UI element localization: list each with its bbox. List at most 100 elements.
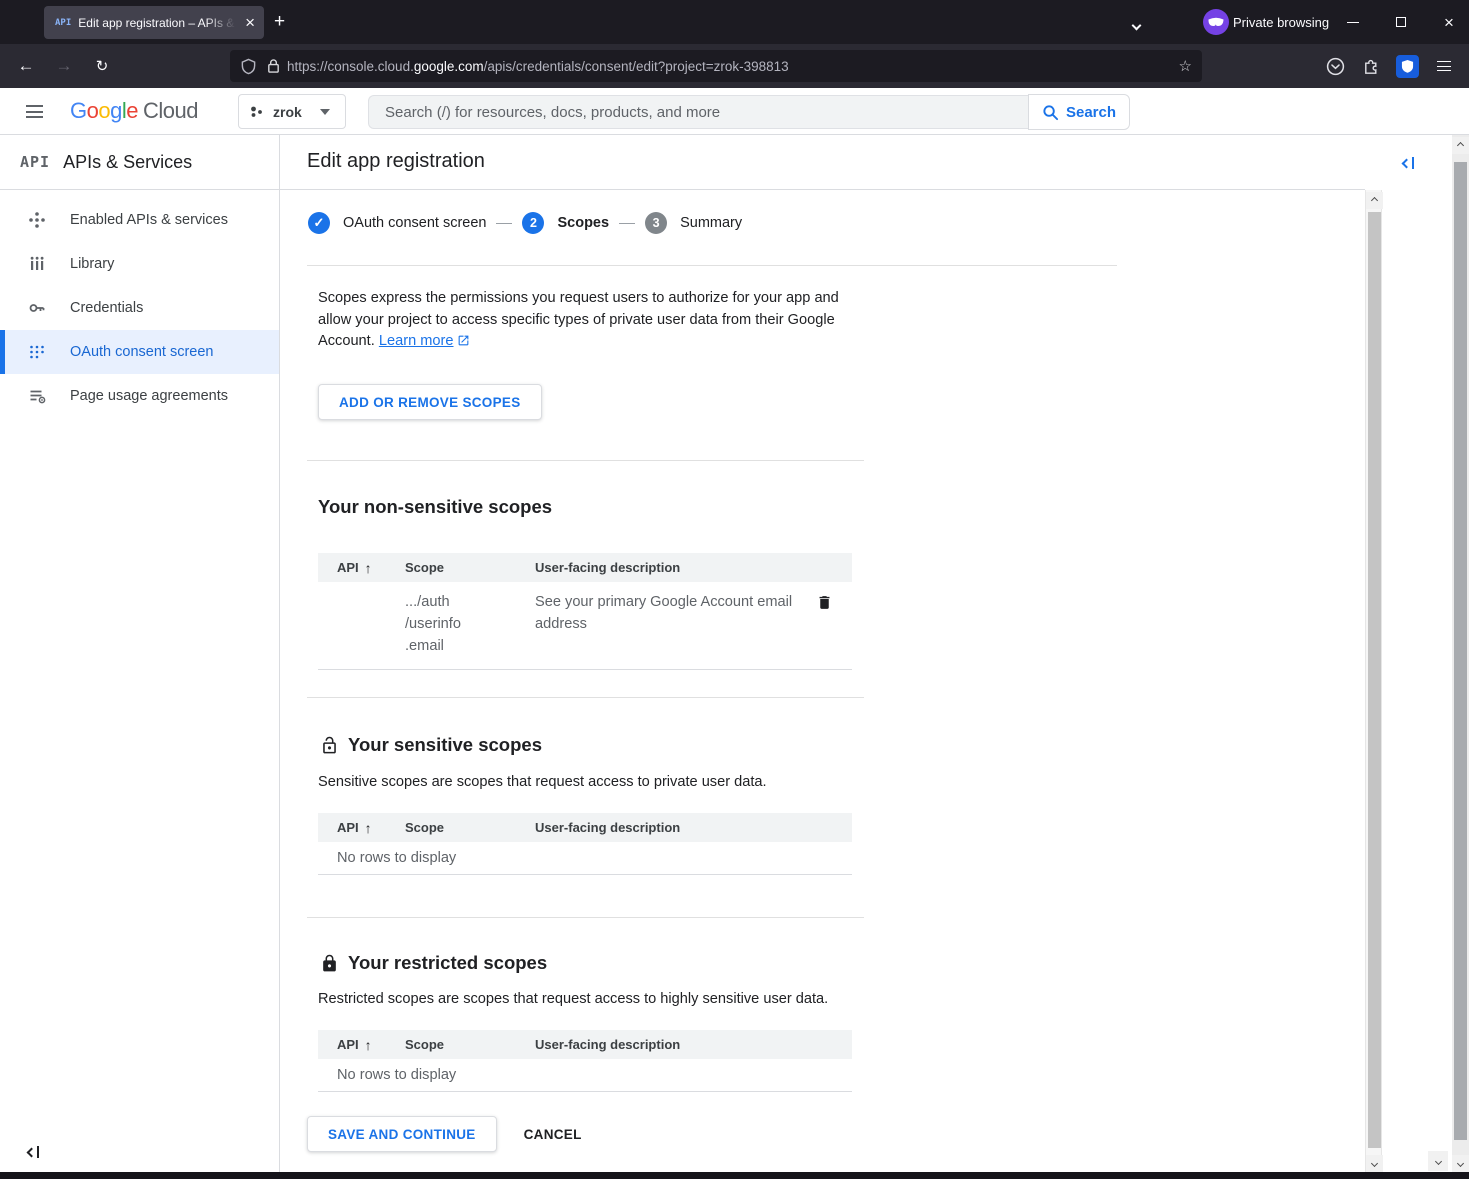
empty-table-message: No rows to display xyxy=(318,1059,852,1092)
window-bottom-edge xyxy=(0,1172,1469,1179)
sidebar-item-page-usage-agreements[interactable]: Page usage agreements xyxy=(0,374,279,418)
gcp-header: GoogleCloud zrok Search ? ⋮ xyxy=(0,88,1469,135)
bookmark-star-icon[interactable]: ☆ xyxy=(1179,57,1192,75)
cell-api xyxy=(318,591,405,657)
scrollbar-thumb[interactable] xyxy=(1454,162,1467,1140)
gcp-search-input[interactable] xyxy=(368,95,1028,129)
agreements-icon xyxy=(28,387,46,405)
learn-more-link[interactable]: Learn more xyxy=(379,333,454,349)
right-panel-strip xyxy=(1382,135,1452,1172)
page-scrollbar[interactable] xyxy=(1452,135,1469,1172)
sensitive-scopes-subtitle: Sensitive scopes are scopes that request… xyxy=(318,774,767,790)
enabled-apis-icon xyxy=(28,211,46,229)
scroll-down-icon[interactable] xyxy=(1366,1155,1383,1172)
private-browsing-label: Private browsing xyxy=(1233,15,1329,30)
url-bar[interactable]: https://console.cloud.google.com/apis/cr… xyxy=(230,50,1202,82)
tab-title: Edit app registration – APIs & Se xyxy=(78,16,241,30)
extensions-puzzle-icon[interactable] xyxy=(1359,54,1383,78)
sidebar-item-oauth-consent-screen[interactable]: OAuth consent screen xyxy=(0,330,279,374)
sidebar-item-credentials[interactable]: Credentials xyxy=(0,286,279,330)
external-link-icon xyxy=(457,334,470,347)
back-button[interactable]: ← xyxy=(8,44,44,88)
scroll-up-icon[interactable] xyxy=(1452,137,1469,154)
step2-circle[interactable]: 2 xyxy=(522,212,544,234)
firefox-menu-icon[interactable] xyxy=(1432,54,1456,78)
project-dropdown-arrow-icon xyxy=(320,109,330,115)
sidebar-collapse-icon[interactable] xyxy=(28,1146,39,1158)
sidebar-item-enabled-apis[interactable]: Enabled APIs & services xyxy=(0,198,279,242)
divider xyxy=(307,917,864,918)
step3-label[interactable]: Summary xyxy=(680,215,742,231)
tracking-shield-icon[interactable] xyxy=(240,58,257,75)
bitwarden-shield-icon[interactable] xyxy=(1395,54,1419,78)
sidebar-header: API APIs & Services xyxy=(0,135,279,190)
lock-icon[interactable] xyxy=(266,58,281,74)
divider xyxy=(307,265,1117,266)
column-scope[interactable]: Scope xyxy=(405,820,535,835)
search-icon xyxy=(1042,104,1059,121)
cancel-button[interactable]: CANCEL xyxy=(524,1127,582,1142)
scroll-up-icon[interactable] xyxy=(1366,192,1383,209)
sidebar-title: APIs & Services xyxy=(63,152,192,173)
step1-check-icon[interactable] xyxy=(308,212,330,234)
trash-icon xyxy=(816,593,833,612)
restricted-scopes-table: API↑ Scope User-facing description No ro… xyxy=(318,1030,852,1092)
reload-button[interactable]: ↻ xyxy=(84,44,120,88)
scroll-down-icon[interactable] xyxy=(1452,1155,1469,1172)
step-connector xyxy=(619,223,635,224)
table-header-row: API↑ Scope User-facing description xyxy=(318,1030,852,1059)
scopes-intro-text: Scopes express the permissions you reque… xyxy=(318,288,848,353)
column-api[interactable]: API↑ xyxy=(318,560,405,576)
tab-favicon-api-icon: API xyxy=(55,18,71,28)
sort-ascending-icon: ↑ xyxy=(365,560,372,576)
tab-bar: API Edit app registration – APIs & Se × … xyxy=(0,0,1469,44)
private-browsing-icon xyxy=(1203,9,1229,35)
save-and-continue-button[interactable]: SAVE AND CONTINUE xyxy=(307,1116,497,1152)
step-connector xyxy=(496,223,512,224)
sort-ascending-icon: ↑ xyxy=(365,1037,372,1053)
restricted-scopes-heading: Your restricted scopes xyxy=(320,952,547,974)
sensitive-scopes-heading: Your sensitive scopes xyxy=(320,734,542,756)
window-maximize-button[interactable] xyxy=(1378,0,1424,44)
library-icon xyxy=(28,255,46,273)
tab-close-icon[interactable]: × xyxy=(245,14,255,31)
page-title: Edit app registration xyxy=(280,135,1365,173)
list-all-tabs-icon[interactable] xyxy=(1133,16,1140,34)
delete-scope-button[interactable] xyxy=(816,591,852,657)
new-tab-button[interactable]: + xyxy=(274,10,285,34)
stepper: OAuth consent screen 2 Scopes 3 Summary xyxy=(308,212,742,234)
scroll-down-icon[interactable] xyxy=(1428,1151,1448,1171)
pocket-icon[interactable] xyxy=(1323,54,1347,78)
key-icon xyxy=(28,299,46,317)
forward-button[interactable]: → xyxy=(46,44,82,88)
window-minimize-button[interactable] xyxy=(1330,0,1376,44)
column-api[interactable]: API↑ xyxy=(318,820,405,836)
content-header: Edit app registration xyxy=(280,135,1365,190)
table-header-row: API↑ Scope User-facing description xyxy=(318,813,852,842)
content-scrollbar[interactable] xyxy=(1365,190,1382,1172)
table-row: .../auth /userinfo .email See your prima… xyxy=(318,582,852,670)
step1-label[interactable]: OAuth consent screen xyxy=(343,215,486,231)
main-content: Edit app registration OAuth consent scre… xyxy=(280,135,1365,1172)
browser-tab[interactable]: API Edit app registration – APIs & Se × xyxy=(44,6,264,39)
collapse-panel-icon[interactable] xyxy=(1403,157,1414,169)
sidebar-item-library[interactable]: Library xyxy=(0,242,279,286)
window-close-button[interactable]: × xyxy=(1426,0,1469,44)
step2-label[interactable]: Scopes xyxy=(557,215,609,231)
column-scope[interactable]: Scope xyxy=(405,1037,535,1052)
column-description[interactable]: User-facing description xyxy=(535,820,852,835)
add-or-remove-scopes-button[interactable]: ADD OR REMOVE SCOPES xyxy=(318,384,542,420)
step3-circle[interactable]: 3 xyxy=(645,212,667,234)
gcp-search-button[interactable]: Search xyxy=(1028,94,1130,130)
google-cloud-logo[interactable]: GoogleCloud xyxy=(70,98,198,124)
sidebar: API APIs & Services Enabled APIs & servi… xyxy=(0,135,280,1172)
column-scope[interactable]: Scope xyxy=(405,560,535,575)
scrollbar-thumb[interactable] xyxy=(1368,212,1381,1148)
cell-scope: .../auth /userinfo .email xyxy=(405,591,535,657)
column-description[interactable]: User-facing description xyxy=(535,560,852,575)
column-description[interactable]: User-facing description xyxy=(535,1037,852,1052)
gcp-nav-menu-icon[interactable] xyxy=(26,105,43,118)
non-sensitive-scopes-title: Your non-sensitive scopes xyxy=(318,496,552,518)
column-api[interactable]: API↑ xyxy=(318,1037,405,1053)
project-selector[interactable]: zrok xyxy=(238,94,346,129)
